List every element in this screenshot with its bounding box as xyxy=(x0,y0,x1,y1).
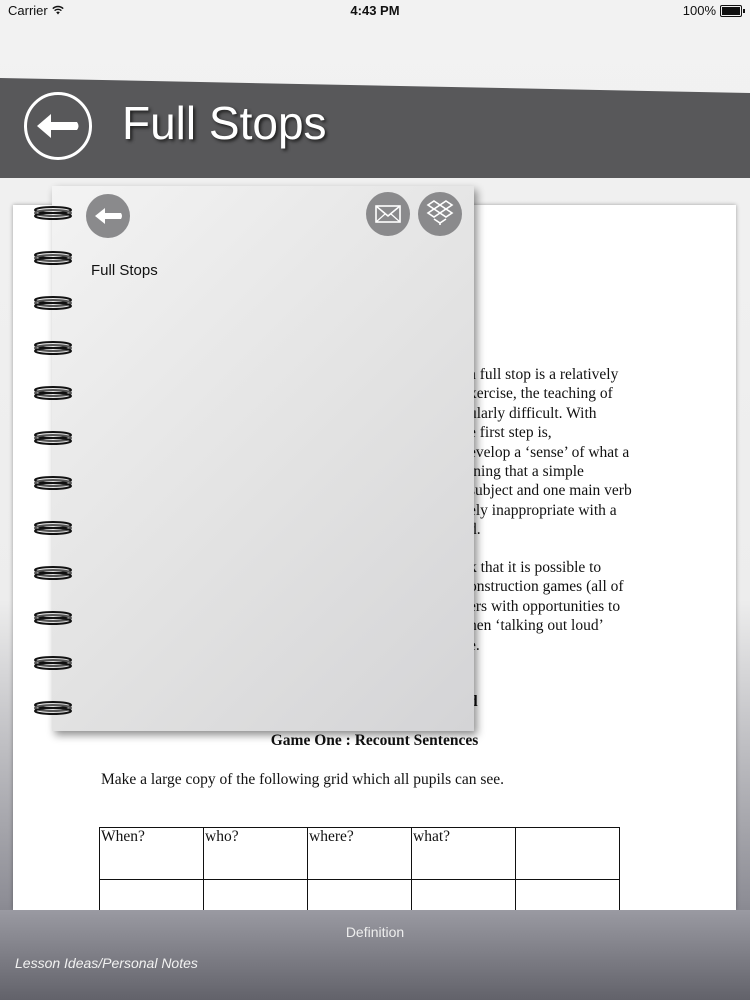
notes-notebook[interactable]: Full Stops xyxy=(52,186,474,731)
lesson-notes-link[interactable]: Lesson Ideas/Personal Notes xyxy=(15,955,198,971)
spiral-ring xyxy=(34,656,72,670)
status-bar: Carrier 4:43 PM 100% xyxy=(0,0,750,22)
table-row xyxy=(99,879,620,910)
spiral-ring xyxy=(34,296,72,310)
text-line: hen ‘talking out loud’ xyxy=(469,617,604,635)
text-line: ining that a simple xyxy=(469,463,584,481)
document-paragraph-1: a full stop is a relatively xercise, the… xyxy=(469,365,632,540)
text-line: ularly difficult. With xyxy=(469,404,597,422)
text-line: onstruction games (all of xyxy=(469,578,624,596)
recount-grid: When? who? where? what? xyxy=(99,827,620,910)
dropbox-button[interactable] xyxy=(418,192,462,236)
table-cell xyxy=(203,879,308,910)
clock: 4:43 PM xyxy=(350,3,400,18)
table-cell xyxy=(515,879,620,910)
text-line: xercise, the teaching of xyxy=(469,385,613,403)
spiral-ring xyxy=(34,566,72,580)
battery-icon xyxy=(720,5,745,17)
definition-button[interactable]: Definition xyxy=(0,924,750,940)
table-row: When? who? where? what? xyxy=(99,827,620,880)
table-cell: When? xyxy=(99,827,204,880)
table-cell: where? xyxy=(307,827,412,880)
spiral-ring xyxy=(34,431,72,445)
email-button[interactable] xyxy=(366,192,410,236)
table-cell xyxy=(411,879,516,910)
table-cell xyxy=(515,827,620,880)
spiral-ring xyxy=(34,701,72,715)
left-arrow-icon xyxy=(37,114,79,138)
text-line: subject and one main verb xyxy=(469,482,632,500)
bottom-toolbar: Definition Lesson Ideas/Personal Notes xyxy=(0,910,750,1000)
text-line: ers with opportunities to xyxy=(469,597,621,615)
notebook-back-button[interactable] xyxy=(86,194,130,238)
table-cell xyxy=(307,879,412,910)
back-button[interactable] xyxy=(24,92,92,160)
instruction-text: Make a large copy of the following grid … xyxy=(101,771,505,788)
mail-icon xyxy=(375,205,401,223)
text-line: k that it is possible to xyxy=(469,559,602,576)
text-line: ely inappropriate with a xyxy=(469,501,617,519)
spiral-binding xyxy=(34,206,72,715)
spiral-ring xyxy=(34,521,72,535)
text-line: d. xyxy=(469,521,481,539)
text-line: a full stop is a relatively xyxy=(469,366,619,383)
header-band: Full Stops xyxy=(0,78,750,178)
document-paragraph-2: k that it is possible to onstruction gam… xyxy=(469,558,624,655)
table-cell: what? xyxy=(411,827,516,880)
text-line: evelop a ‘sense’ of what a xyxy=(469,443,630,461)
notebook-title: Full Stops xyxy=(91,262,158,279)
table-cell xyxy=(99,879,204,910)
back-arrow-icon xyxy=(95,208,122,224)
game-title: Game One : Recount Sentences xyxy=(270,732,479,749)
table-cell: who? xyxy=(203,827,308,880)
page-title: Full Stops xyxy=(122,97,327,149)
spiral-ring xyxy=(34,611,72,625)
spiral-ring xyxy=(34,206,72,220)
text-line: e first step is, xyxy=(469,424,552,442)
spiral-ring xyxy=(34,341,72,355)
spiral-ring xyxy=(34,386,72,400)
battery-percent: 100% xyxy=(682,3,716,18)
text-line: e. xyxy=(469,636,480,654)
dropbox-icon xyxy=(426,200,454,225)
spiral-ring xyxy=(34,476,72,490)
spiral-ring xyxy=(34,251,72,265)
